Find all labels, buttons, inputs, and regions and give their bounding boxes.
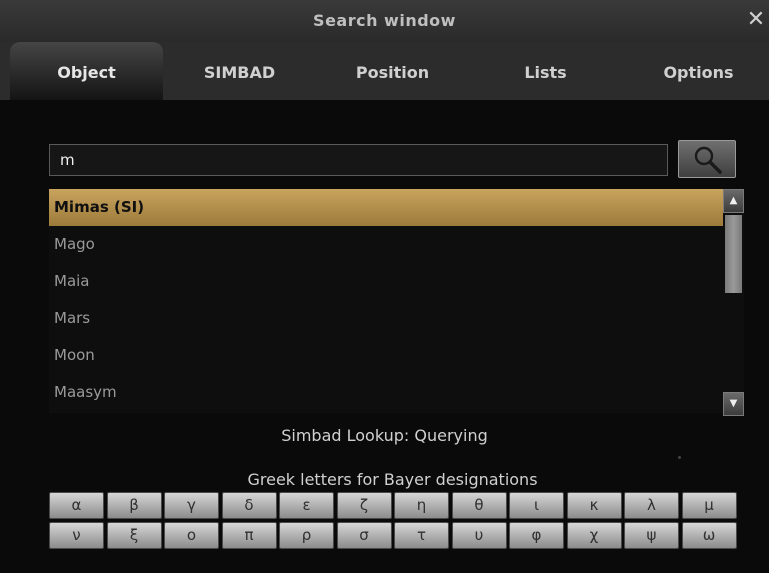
list-item[interactable]: Mimas (SI) <box>49 189 723 226</box>
list-item[interactable]: Maasym <box>49 374 723 411</box>
greek-key-epsilon[interactable]: ε <box>279 492 334 519</box>
tab-options[interactable]: Options <box>622 42 769 100</box>
greek-key-chi[interactable]: χ <box>566 522 622 549</box>
tab-lists[interactable]: Lists <box>469 42 622 100</box>
results-scrollbar[interactable]: ▲ ▼ <box>723 189 744 416</box>
greek-key-theta[interactable]: θ <box>451 492 507 519</box>
greek-key-zeta[interactable]: ζ <box>336 492 392 519</box>
results-list: Mimas (SI) Mago Maia Mars Moon Maasym <box>49 189 723 413</box>
greek-key-phi[interactable]: φ <box>509 522 564 549</box>
search-icon <box>694 146 722 174</box>
background-star <box>678 456 681 459</box>
tab-simbad[interactable]: SIMBAD <box>163 42 316 100</box>
list-item[interactable]: Mago <box>49 226 723 263</box>
window-titlebar: Search window ✕ <box>0 0 769 42</box>
greek-key-beta[interactable]: β <box>106 492 162 519</box>
search-input[interactable] <box>49 144 668 176</box>
greek-key-pi[interactable]: π <box>221 522 277 549</box>
window-title: Search window <box>313 11 456 30</box>
scroll-up-icon[interactable]: ▲ <box>723 189 744 213</box>
greek-row-2: ν ξ ο π ρ σ τ υ φ χ ψ ω <box>49 522 737 550</box>
greek-key-sigma[interactable]: σ <box>336 522 392 549</box>
greek-key-omicron[interactable]: ο <box>164 522 219 549</box>
greek-row-1: α β γ δ ε ζ η θ ι κ λ μ <box>49 492 737 520</box>
tab-bar: Object SIMBAD Position Lists Options <box>0 42 769 100</box>
greek-key-mu[interactable]: μ <box>681 492 737 519</box>
greek-key-alpha[interactable]: α <box>49 492 104 519</box>
greek-key-delta[interactable]: δ <box>221 492 277 519</box>
list-item[interactable]: Mars <box>49 300 723 337</box>
greek-key-xi[interactable]: ξ <box>106 522 162 549</box>
greek-key-tau[interactable]: τ <box>394 522 449 549</box>
search-button[interactable] <box>678 140 736 178</box>
greek-key-kappa[interactable]: κ <box>566 492 622 519</box>
status-text: Simbad Lookup: Querying <box>281 426 488 445</box>
tab-object[interactable]: Object <box>10 42 163 100</box>
greek-key-iota[interactable]: ι <box>509 492 564 519</box>
close-icon[interactable]: ✕ <box>745 8 767 32</box>
greek-key-rho[interactable]: ρ <box>279 522 334 549</box>
greek-key-psi[interactable]: ψ <box>624 522 679 549</box>
tab-position[interactable]: Position <box>316 42 469 100</box>
greek-key-omega[interactable]: ω <box>681 522 737 549</box>
greek-key-upsilon[interactable]: υ <box>451 522 507 549</box>
scroll-down-icon[interactable]: ▼ <box>723 392 744 416</box>
list-item[interactable]: Maia <box>49 263 723 300</box>
list-item[interactable]: Moon <box>49 337 723 374</box>
scroll-thumb[interactable] <box>725 215 742 293</box>
greek-key-lambda[interactable]: λ <box>624 492 679 519</box>
greek-key-eta[interactable]: η <box>394 492 449 519</box>
greek-letters-label: Greek letters for Bayer designations <box>247 470 538 489</box>
greek-key-nu[interactable]: ν <box>49 522 104 549</box>
greek-key-gamma[interactable]: γ <box>164 492 219 519</box>
